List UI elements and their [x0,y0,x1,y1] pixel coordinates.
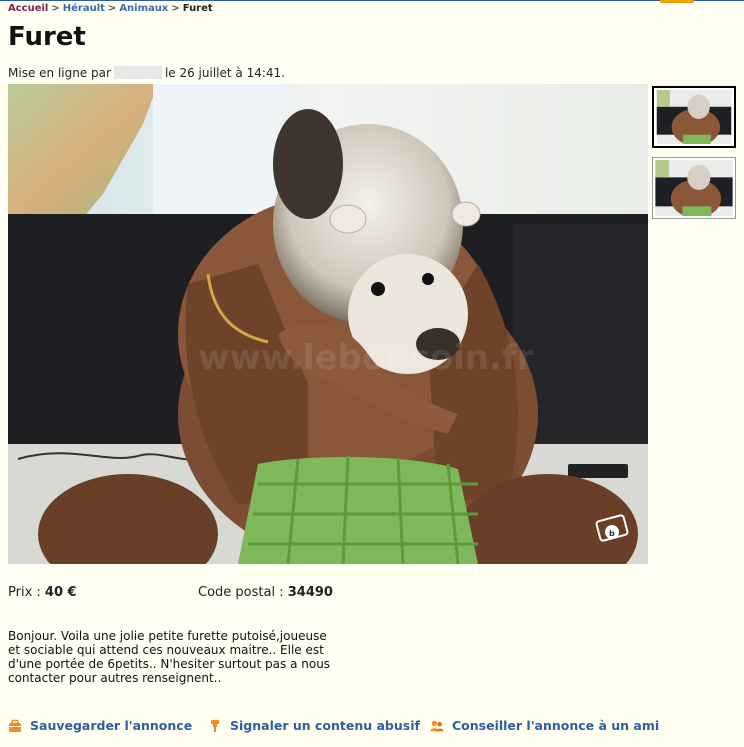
breadcrumb: Accueil > Hérault > Animaux > Furet [8,3,213,14]
posted-date: le 26 juillet à 14:41. [164,66,285,80]
photo-watermark: www.leboncoin.fr [198,338,534,378]
page-title: Furet [8,22,86,52]
breadcrumb-separator: > [171,3,180,14]
price-label: Prix : [8,585,41,600]
svg-text:b: b [609,529,615,538]
report-ad-button[interactable]: Signaler un contenu abusif [208,718,420,733]
thumbnail-image [656,90,732,144]
postal-value: 34490 [287,585,333,600]
briefcase-icon [9,719,21,732]
breadcrumb-category-link[interactable]: Animaux [119,3,168,14]
breadcrumb-home-link[interactable]: Accueil [8,3,48,14]
share-ad-label: Conseiller l'annonce à un ami [452,718,660,733]
people-icon [430,720,444,731]
save-ad-button[interactable]: Sauvegarder l'annonce [8,718,192,733]
description-line: Bonjour. Voila une jolie petite furette … [8,629,327,643]
description-line: contacter pour autres renseignent.. [8,671,222,685]
report-ad-label: Signaler un contenu abusif [230,718,420,733]
thumbnail-image [655,160,733,216]
share-ad-button[interactable]: Conseiller l'annonce à un ami [430,718,659,733]
breadcrumb-separator: > [51,3,60,14]
posted-info: Mise en ligne par le 26 juillet à 14:41. [8,66,285,80]
top-accent [660,0,694,3]
main-photo[interactable]: www.leboncoin.fr b [8,84,648,564]
save-ad-label: Sauvegarder l'annonce [30,718,193,733]
price: Prix : 40 € [8,585,77,600]
description-line: et sociable qui attend ces nouveaux mait… [8,643,324,657]
postal-code: Code postal : 34490 [198,585,333,600]
top-border [0,0,744,1]
description-line: d'une portée de 6petits.. N'hesiter surt… [8,657,331,671]
ad-description: Bonjour. Voila une jolie petite furette … [8,629,358,685]
thumbnail-1[interactable] [652,86,736,148]
breadcrumb-region-link[interactable]: Hérault [63,3,105,14]
thumbnail-2[interactable] [652,157,736,219]
breadcrumb-current: Furet [182,3,213,14]
price-value: 40 € [44,585,77,600]
pin-icon [211,719,219,732]
seller-name-redacted [113,66,162,79]
breadcrumb-separator: > [107,3,117,14]
postal-label: Code postal : [198,585,284,600]
posted-prefix: Mise en ligne par [8,66,111,80]
ferret-photo: www.leboncoin.fr b [8,84,648,564]
